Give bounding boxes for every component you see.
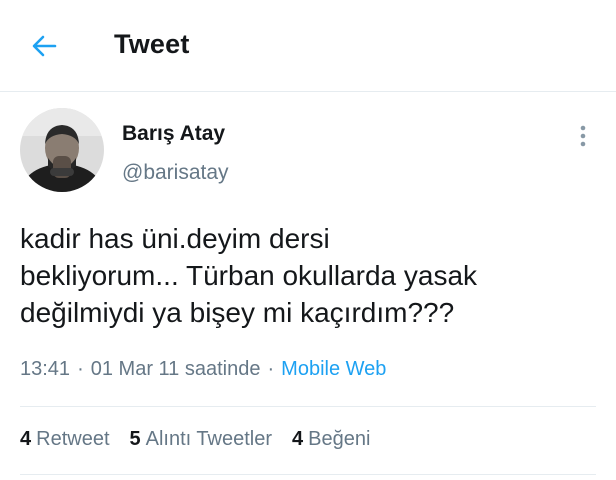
more-vertical-icon xyxy=(580,125,586,147)
page-title: Tweet xyxy=(114,29,190,59)
tweet-stats: 4 Retweet 5 Alıntı Tweetler 4 Beğeni xyxy=(20,428,390,451)
retweet-count: 4 xyxy=(20,428,32,450)
divider xyxy=(20,474,596,475)
retweets-stat[interactable]: 4 Retweet xyxy=(20,428,110,451)
meta-separator: · xyxy=(267,358,275,380)
arrow-left-icon xyxy=(32,35,57,57)
tweet-source-link[interactable]: Mobile Web xyxy=(281,358,386,380)
quote-label: Alıntı Tweetler xyxy=(145,428,272,450)
like-count: 4 xyxy=(291,428,304,450)
app-header: Tweet xyxy=(0,0,616,92)
retweet-label: Retweet xyxy=(36,428,110,450)
tweet-date: 01 Mar 11 saatinde xyxy=(90,358,261,380)
avatar-image xyxy=(20,108,104,192)
author-name[interactable]: Barış Atay xyxy=(122,122,225,146)
divider xyxy=(20,406,596,407)
tweet-text: kadir has üni.deyim dersi bekliyorum... … xyxy=(20,223,478,328)
more-options-button[interactable] xyxy=(573,121,593,151)
quotes-stat[interactable]: 5 Alıntı Tweetler xyxy=(130,428,272,451)
likes-stat[interactable]: 4 Beğeni xyxy=(292,428,370,451)
avatar[interactable] xyxy=(20,108,104,192)
like-label: Beğeni xyxy=(308,428,371,450)
quote-count: 5 xyxy=(129,428,141,450)
meta-separator: · xyxy=(77,358,84,380)
author-handle[interactable]: @barisatay xyxy=(122,161,229,185)
tweet-time: 13:41 xyxy=(20,358,71,380)
back-button[interactable] xyxy=(26,28,62,64)
tweet-meta: 13:41 · 01 Mar 11 saatinde · Mobile Web xyxy=(20,358,386,381)
